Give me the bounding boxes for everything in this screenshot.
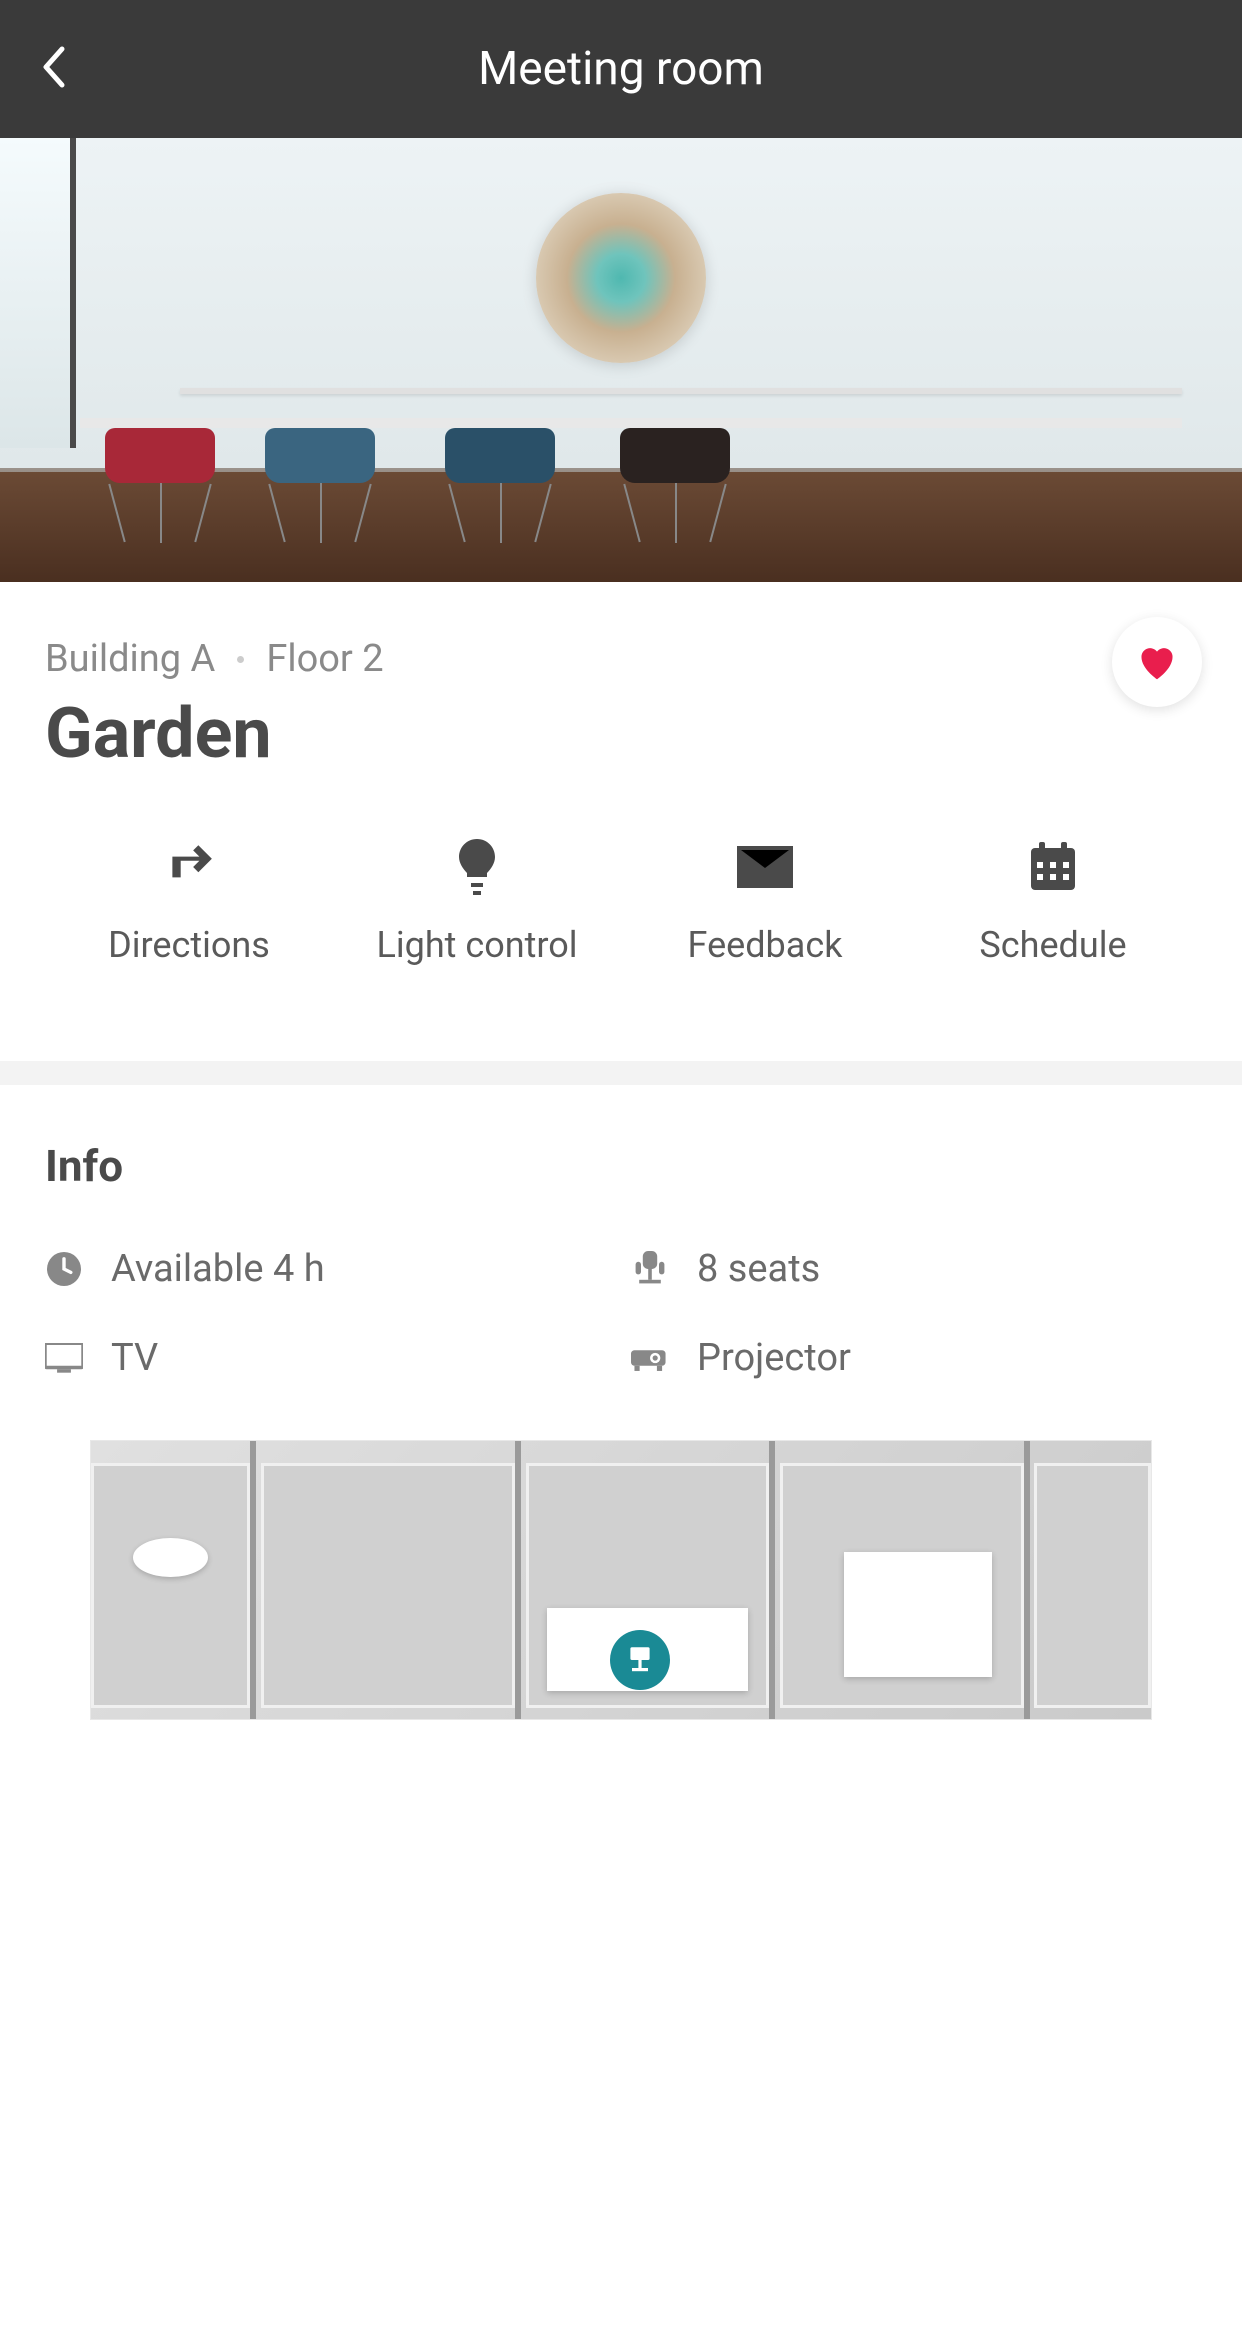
action-label: Schedule (979, 924, 1126, 966)
header-bar: Meeting room (0, 0, 1242, 138)
section-divider (0, 1061, 1242, 1085)
breadcrumb: Building A Floor 2 (45, 637, 1197, 681)
seat-icon (631, 1251, 669, 1287)
info-availability: Available 4 h (45, 1247, 611, 1291)
info-title: Info (45, 1140, 1197, 1192)
info-tv: TV (45, 1336, 611, 1380)
feedback-button[interactable]: Feedback (621, 840, 909, 966)
favorite-button[interactable] (1112, 617, 1202, 707)
action-label: Feedback (688, 924, 843, 966)
info-text: Projector (697, 1336, 851, 1380)
schedule-button[interactable]: Schedule (909, 840, 1197, 966)
action-bar: Directions Light control Feedback Schedu… (45, 790, 1197, 1021)
info-grid: Available 4 h 8 seats TV Projector (45, 1247, 1197, 1380)
action-label: Light control (376, 924, 577, 966)
info-seats: 8 seats (631, 1247, 1197, 1291)
projector-icon (631, 1345, 669, 1371)
info-text: Available 4 h (111, 1247, 325, 1291)
clock-icon (45, 1252, 83, 1286)
heart-icon (1136, 643, 1178, 681)
floorplan[interactable] (90, 1440, 1152, 1720)
breadcrumb-building: Building A (45, 637, 215, 681)
room-photo (0, 138, 1242, 582)
lightbulb-icon (457, 840, 497, 894)
info-text: TV (111, 1336, 158, 1380)
envelope-icon (737, 840, 793, 894)
room-name: Garden (45, 693, 1197, 775)
directions-button[interactable]: Directions (45, 840, 333, 966)
back-button[interactable] (40, 45, 68, 93)
action-label: Directions (108, 924, 270, 966)
tv-icon (45, 1343, 83, 1373)
breadcrumb-separator (237, 656, 244, 663)
page-title: Meeting room (0, 42, 1242, 96)
directions-icon (164, 840, 214, 894)
room-info-header: Building A Floor 2 Garden Directions Lig… (0, 582, 1242, 1061)
breadcrumb-floor: Floor 2 (266, 637, 383, 681)
info-projector: Projector (631, 1336, 1197, 1380)
light-control-button[interactable]: Light control (333, 840, 621, 966)
info-section: Info Available 4 h 8 seats TV Projector (0, 1085, 1242, 1760)
calendar-icon (1029, 840, 1077, 894)
floorplan-pin[interactable] (610, 1630, 670, 1690)
info-text: 8 seats (697, 1247, 820, 1291)
chevron-left-icon (40, 45, 68, 89)
